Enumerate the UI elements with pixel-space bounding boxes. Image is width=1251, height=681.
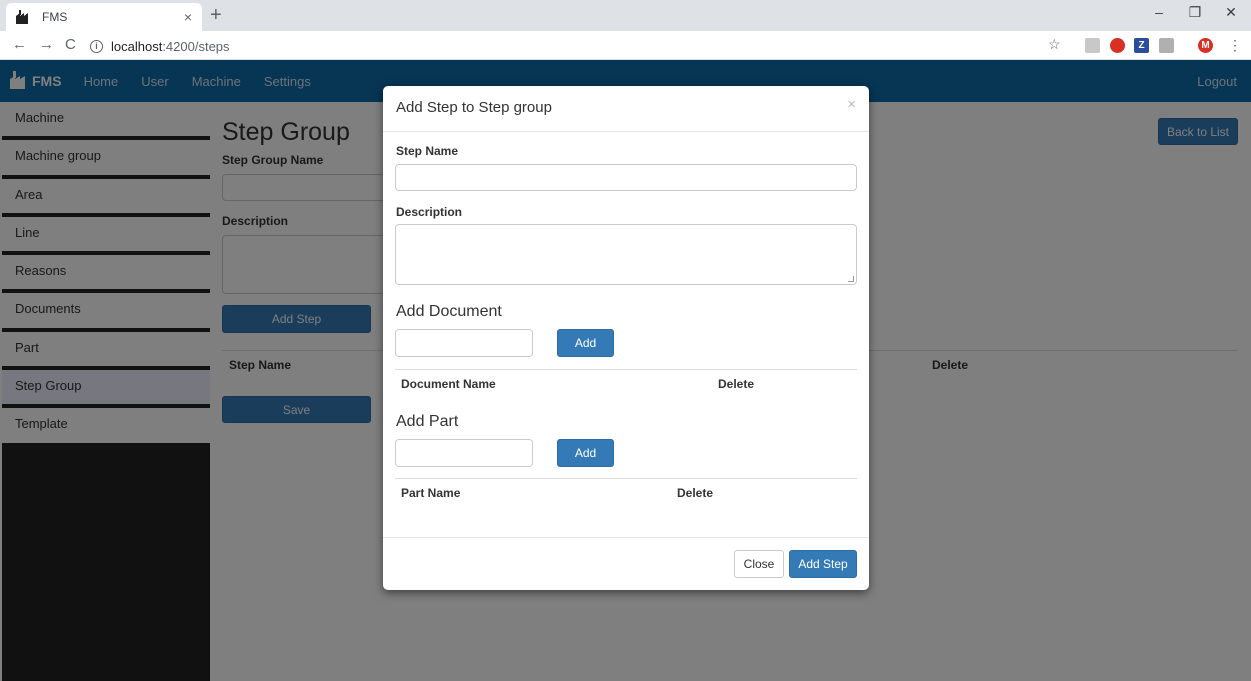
step-name-label: Step Name [396,144,459,158]
address-bar[interactable]: i localhost :4200/steps [90,34,1250,58]
modal-header: Add Step to Step group × [383,86,869,132]
step-name-input[interactable] [395,164,857,191]
document-input[interactable] [395,329,533,357]
browser-tabstrip: FMS × + – ❐ ✕ [0,0,1251,31]
zotero-extension-icon[interactable]: Z [1134,38,1149,53]
browser-toolbar: ← → C i localhost :4200/steps ☆ Z M ⋮ [0,31,1251,60]
minimize-icon[interactable]: – [1144,4,1174,20]
forward-arrow-icon[interactable]: → [39,36,54,53]
screen-extension-icon[interactable] [1159,38,1174,53]
modal-add-step-button[interactable]: Add Step [789,550,857,578]
add-document-button[interactable]: Add [557,329,614,357]
profile-avatar[interactable]: M [1198,38,1213,53]
modal-title: Add Step to Step group [396,99,552,116]
document-delete-header: Delete [718,377,755,391]
modal-footer-divider [383,537,869,538]
part-table-divider [395,478,857,479]
modal-close-icon[interactable]: × [847,96,856,113]
browser-tab[interactable]: FMS × [6,3,202,31]
add-document-heading: Add Document [396,303,502,320]
restore-icon[interactable]: ❐ [1180,4,1210,21]
add-part-button[interactable]: Add [557,439,614,467]
document-table-divider [395,369,857,370]
window-close-icon[interactable]: ✕ [1216,4,1246,21]
opera-extension-icon[interactable] [1110,38,1125,53]
url-path: :4200/steps [162,38,230,54]
part-name-header: Part Name [401,486,461,500]
tab-title: FMS [42,10,68,24]
modal-description-textarea[interactable] [395,224,857,285]
document-name-header: Document Name [401,377,496,391]
bookmark-star-icon[interactable]: ☆ [1048,36,1061,53]
add-part-heading: Add Part [396,413,459,430]
factory-favicon-icon [16,10,32,24]
tab-close-icon[interactable]: × [184,9,192,25]
new-tab-icon[interactable]: + [210,4,222,27]
close-button[interactable]: Close [734,550,784,578]
pdf-extension-icon[interactable] [1085,38,1100,53]
modal-description-label: Description [396,205,463,219]
resize-grip-icon[interactable] [848,276,854,282]
back-arrow-icon[interactable]: ← [12,36,27,53]
reload-icon[interactable]: C [65,36,76,53]
menu-kebab-icon[interactable]: ⋮ [1228,37,1242,54]
part-delete-header: Delete [677,486,714,500]
url-host: localhost [111,38,163,54]
part-input[interactable] [395,439,533,467]
add-step-modal: Add Step to Step group × Step Name Descr… [383,86,869,590]
info-icon[interactable]: i [90,39,103,53]
